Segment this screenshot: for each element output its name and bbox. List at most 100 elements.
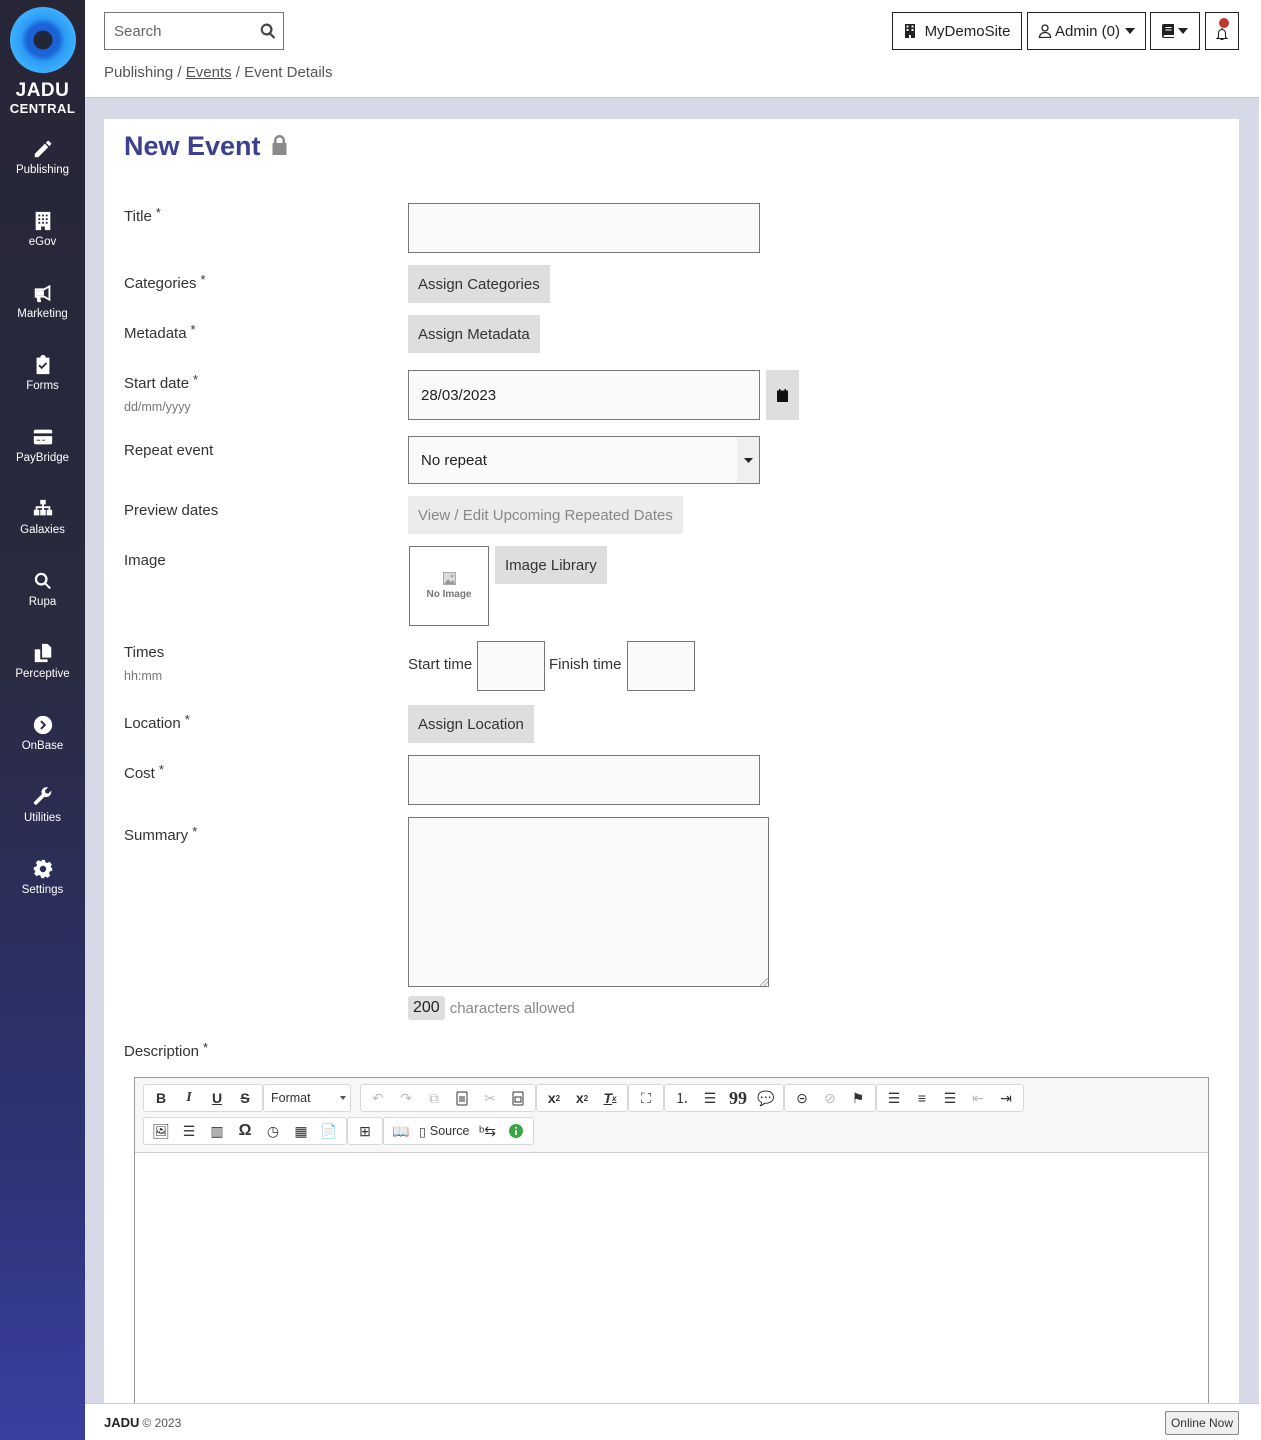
wrench-icon xyxy=(0,786,85,810)
summary-textarea[interactable] xyxy=(408,817,769,987)
logo-text-central: CENTRAL xyxy=(9,101,76,116)
horizontal-rule-icon[interactable]: ☰ xyxy=(175,1118,203,1144)
sidebar-item-publishing[interactable]: Publishing xyxy=(0,138,85,198)
repeat-event-value: No repeat xyxy=(421,451,487,469)
book-icon xyxy=(1162,24,1174,38)
paste-text-icon[interactable] xyxy=(448,1085,476,1111)
sidebar-item-label: PayBridge xyxy=(15,452,70,464)
site-switcher-button[interactable]: MyDemoSite xyxy=(892,12,1022,50)
align-right-icon[interactable]: ☰ xyxy=(936,1085,964,1111)
assign-location-button[interactable]: Assign Location xyxy=(408,705,534,743)
link-icon[interactable]: ⊝ xyxy=(788,1085,816,1111)
cut-icon[interactable]: ✂ xyxy=(476,1085,504,1111)
breadcrumb-link-events[interactable]: Events xyxy=(186,64,232,81)
assign-metadata-button[interactable]: Assign Metadata xyxy=(408,315,540,353)
toolbar-group-basic: B I U S xyxy=(143,1084,263,1112)
chevron-circle-right-icon xyxy=(0,714,85,738)
footer: JADU © 2023 Online Now xyxy=(85,1403,1259,1440)
info-icon[interactable] xyxy=(502,1118,530,1144)
search-input[interactable] xyxy=(105,13,245,49)
site-name: MyDemoSite xyxy=(924,22,1011,40)
sidebar-item-settings[interactable]: Settings xyxy=(0,858,85,918)
sidebar-item-utilities[interactable]: Utilities xyxy=(0,786,85,846)
search-box xyxy=(104,12,284,50)
format-dropdown[interactable]: Format xyxy=(264,1085,350,1111)
assign-categories-button[interactable]: Assign Categories xyxy=(408,265,550,303)
undo-icon[interactable]: ↶ xyxy=(364,1085,392,1111)
breadcrumb-separator: / xyxy=(231,64,245,81)
insert-template-icon[interactable]: 📄 xyxy=(315,1118,343,1144)
underline-button[interactable]: U xyxy=(203,1085,231,1111)
editor-content-area[interactable] xyxy=(135,1153,1208,1419)
breadcrumb-root: Publishing xyxy=(104,64,174,81)
blockquote-icon[interactable]: 99 xyxy=(724,1085,752,1111)
strikethrough-button[interactable]: S xyxy=(231,1085,259,1111)
italic-button[interactable]: I xyxy=(175,1085,203,1111)
online-now-button[interactable]: Online Now xyxy=(1164,1411,1239,1435)
sidebar-item-label: Settings xyxy=(21,884,64,896)
copy-icon[interactable]: ⧉ xyxy=(420,1085,448,1111)
toolbar-group-lists: ⒈ ☰ 99 💬 xyxy=(664,1084,784,1112)
sidebar-item-label: OnBase xyxy=(21,740,64,752)
video-icon[interactable]: ▥ xyxy=(203,1118,231,1144)
finish-time-input[interactable] xyxy=(627,641,695,691)
start-date-input[interactable]: 28/03/2023 xyxy=(408,370,760,420)
user-icon xyxy=(1038,24,1052,38)
sidebar-item-onbase[interactable]: OnBase xyxy=(0,714,85,774)
anchor-flag-icon[interactable]: ⚑ xyxy=(844,1085,872,1111)
notifications-button[interactable] xyxy=(1205,12,1239,50)
sidebar-item-paybridge[interactable]: PayBridge xyxy=(0,426,85,486)
chars-allowed-text: characters allowed xyxy=(449,999,575,1017)
image-library-button[interactable]: Image Library xyxy=(495,546,607,584)
user-menu-button[interactable]: Admin (0) xyxy=(1027,12,1146,50)
cost-input[interactable] xyxy=(408,755,760,805)
toolbar-group-align: ☰ ≡ ☰ ⇤ ⇥ xyxy=(876,1084,1024,1112)
sidebar-item-rupa[interactable]: Rupa xyxy=(0,570,85,630)
date-icon[interactable]: ▦ xyxy=(287,1118,315,1144)
speech-bubble-icon[interactable]: 💬 xyxy=(752,1085,780,1111)
maximize-icon[interactable]: ⛶ xyxy=(632,1085,660,1111)
redo-icon[interactable]: ↷ xyxy=(392,1085,420,1111)
view-edit-repeated-dates-button[interactable]: View / Edit Upcoming Repeated Dates xyxy=(408,496,683,534)
preview-dates-label: Preview dates xyxy=(124,502,219,519)
sidebar-item-label: Galaxies xyxy=(20,524,65,536)
unlink-icon[interactable]: ⊘ xyxy=(816,1085,844,1111)
remove-format-icon[interactable]: Tx xyxy=(596,1085,624,1111)
clock-icon[interactable]: ◷ xyxy=(259,1118,287,1144)
subscript-icon[interactable]: x2 xyxy=(540,1085,568,1111)
indent-icon[interactable]: ⇥ xyxy=(992,1085,1020,1111)
breadcrumb-separator: / xyxy=(173,64,186,81)
clipboard-check-icon xyxy=(0,354,85,378)
paste-word-icon[interactable] xyxy=(504,1085,532,1111)
resize-handle[interactable] xyxy=(760,978,768,986)
preview-book-icon[interactable]: 📖 xyxy=(387,1118,415,1144)
start-time-input[interactable] xyxy=(477,641,545,691)
align-left-icon[interactable]: ☰ xyxy=(880,1085,908,1111)
repeat-event-select[interactable]: No repeat xyxy=(408,436,760,484)
search-icon[interactable] xyxy=(259,22,277,45)
title-input[interactable] xyxy=(408,203,760,253)
image-icon[interactable]: 🖼 xyxy=(147,1118,175,1144)
sidebar-item-forms[interactable]: Forms xyxy=(0,354,85,414)
calendar-button[interactable] xyxy=(766,370,799,420)
bold-button[interactable]: B xyxy=(147,1085,175,1111)
bulleted-list-icon[interactable]: ☰ xyxy=(696,1085,724,1111)
toolbar-group-clipboard: ↶ ↷ ⧉ ✂ xyxy=(360,1084,536,1112)
table-icon[interactable]: ⊞ xyxy=(351,1118,379,1144)
language-direction-icon[interactable]: ᵇ⇆ xyxy=(474,1118,502,1144)
special-character-icon[interactable]: Ω xyxy=(231,1118,259,1144)
sidebar-item-label: Forms xyxy=(26,380,59,392)
source-button[interactable]: ▯ Source xyxy=(415,1124,474,1139)
search-icon xyxy=(0,570,85,594)
docs-menu-button[interactable] xyxy=(1150,12,1200,50)
breadcrumb: Publishing / Events / Event Details xyxy=(104,64,332,81)
jadu-logo-icon[interactable] xyxy=(10,7,76,73)
align-center-icon[interactable]: ≡ xyxy=(908,1085,936,1111)
sidebar-item-perceptive[interactable]: Perceptive xyxy=(0,642,85,702)
numbered-list-icon[interactable]: ⒈ xyxy=(668,1085,696,1111)
superscript-icon[interactable]: x2 xyxy=(568,1085,596,1111)
outdent-icon[interactable]: ⇤ xyxy=(964,1085,992,1111)
sidebar-item-marketing[interactable]: Marketing xyxy=(0,282,85,342)
sidebar-item-egov[interactable]: eGov xyxy=(0,210,85,270)
sidebar-item-galaxies[interactable]: Galaxies xyxy=(0,498,85,558)
